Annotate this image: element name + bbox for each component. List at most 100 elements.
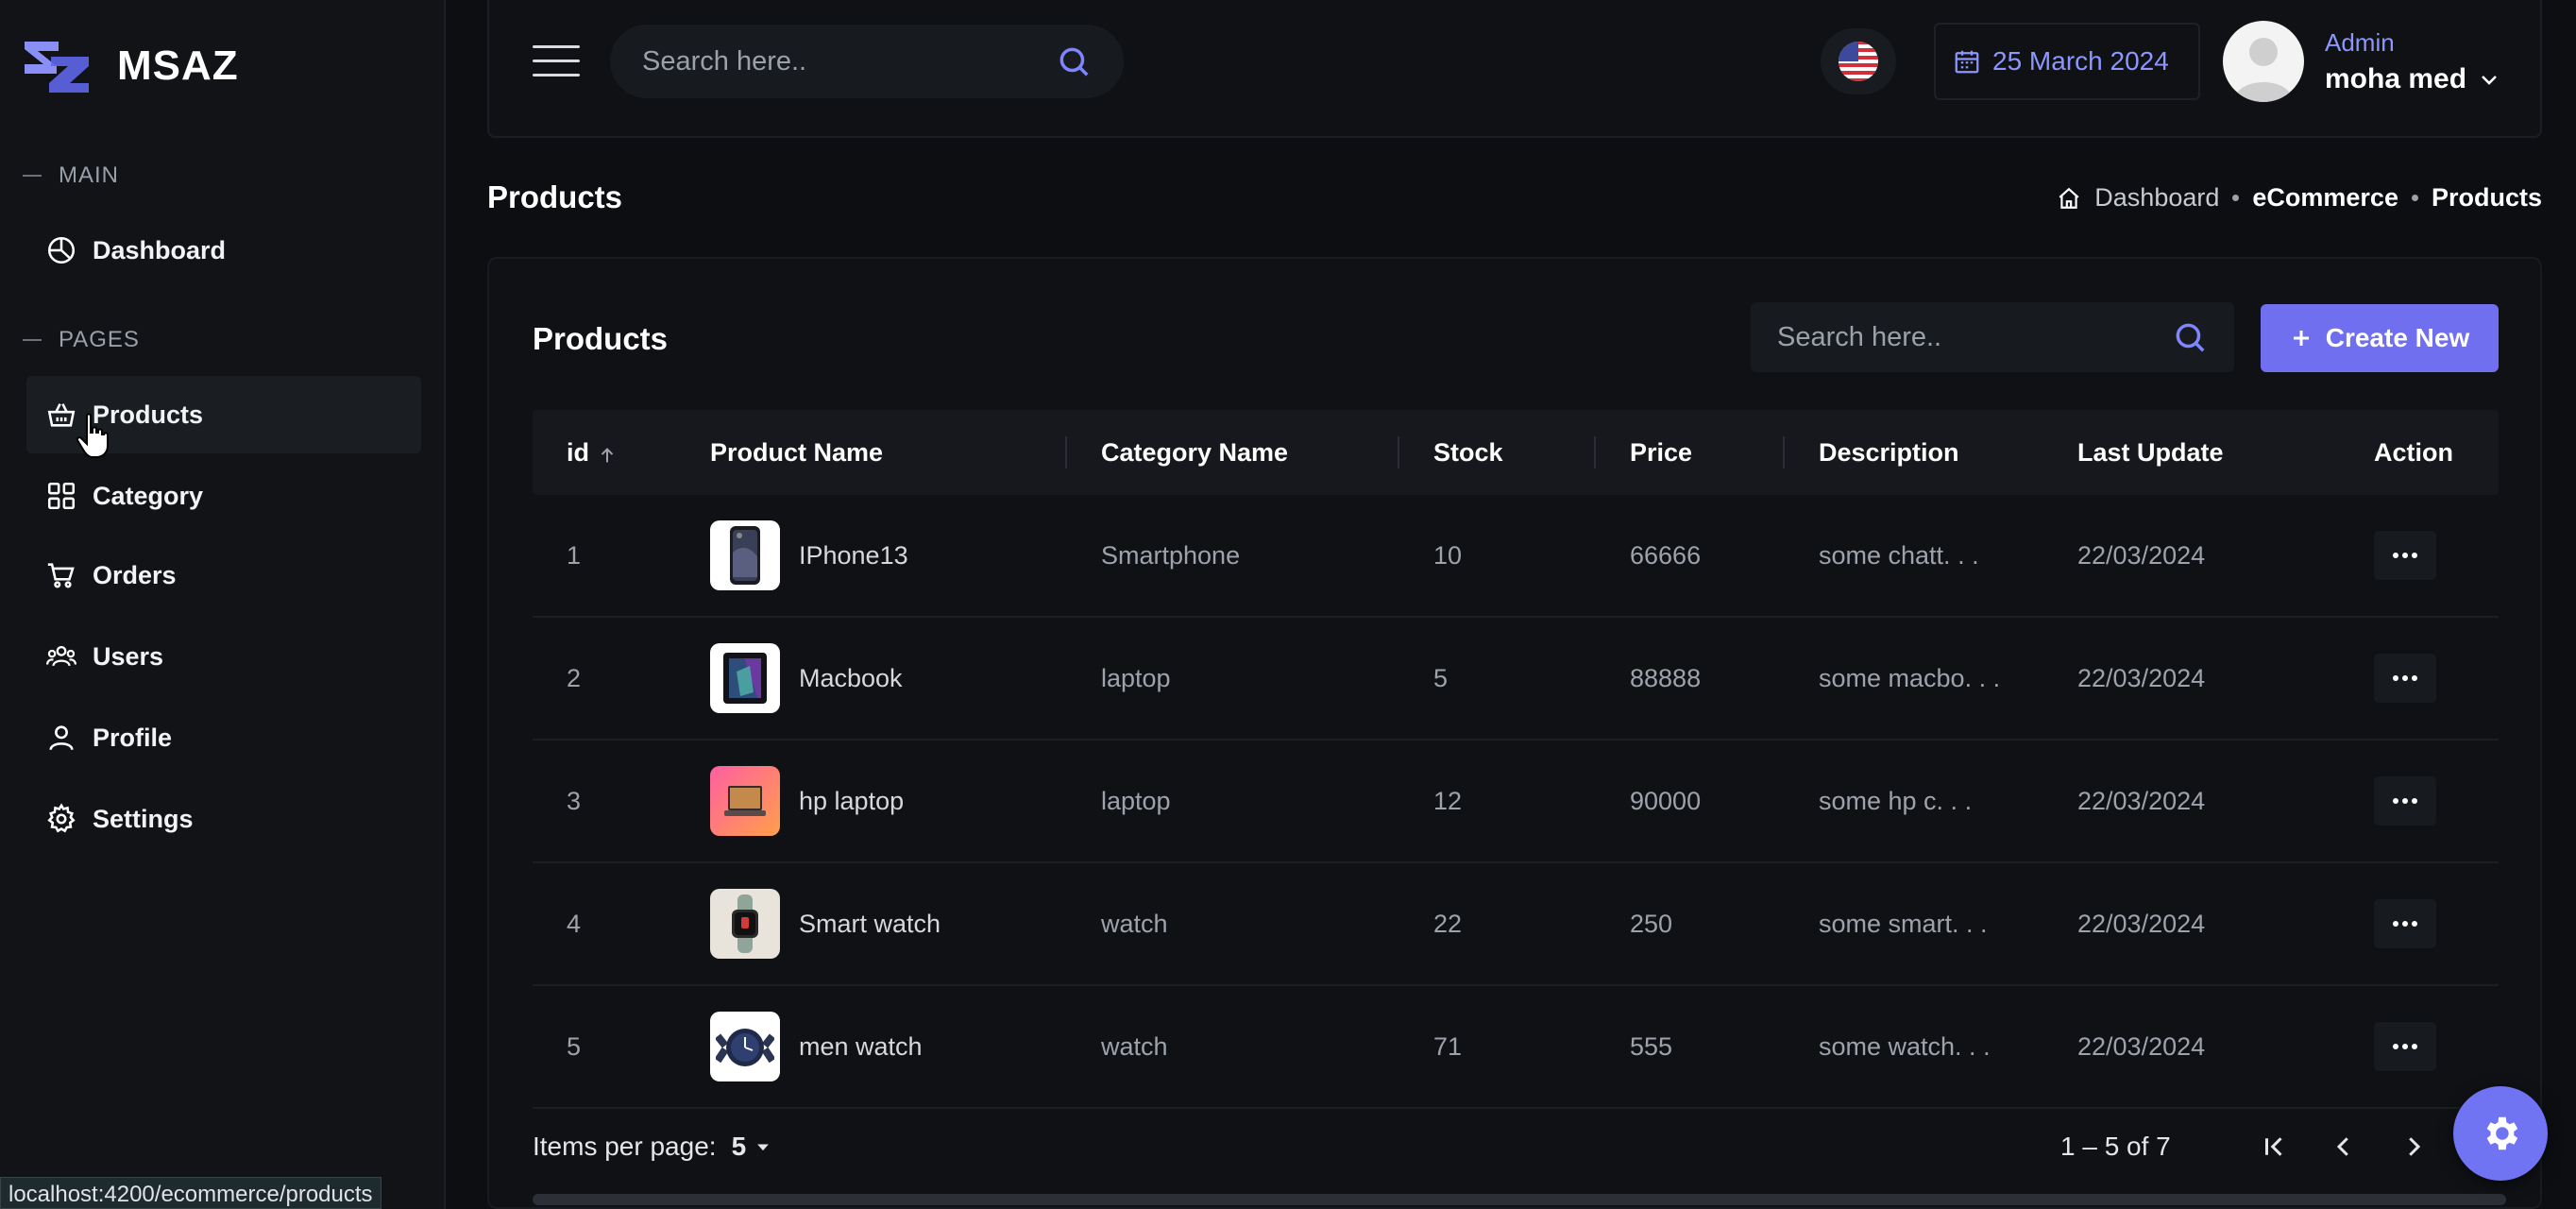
sidebar-item-settings[interactable]: Settings (26, 780, 421, 858)
product-thumbnail (710, 889, 780, 959)
product-name: Macbook (799, 663, 903, 692)
basket-icon (47, 403, 76, 427)
horizontal-scrollbar[interactable] (533, 1194, 2506, 1205)
more-actions-button[interactable] (2374, 531, 2436, 580)
table-search (1751, 302, 2234, 372)
table-row[interactable]: 4 Smart watch watch 22 250 some smart. .… (533, 863, 2499, 986)
sidebar-item-users[interactable]: Users (26, 618, 421, 695)
date-display[interactable]: 25 March 2024 (1934, 23, 2200, 100)
column-header-label: Product Name (710, 437, 884, 467)
cell-price: 66666 (1630, 540, 1702, 570)
next-page-button[interactable] (2393, 1126, 2434, 1167)
cell-description: some watch. . . (1819, 1031, 1991, 1061)
breadcrumb-dashboard[interactable]: Dashboard (2094, 183, 2219, 213)
cell-price: 90000 (1630, 786, 1702, 815)
cell-price: 88888 (1630, 663, 1702, 692)
phone-image-icon (730, 526, 760, 585)
table-row[interactable]: 1 IPhone13 Smartphone 10 66666 some chat… (533, 495, 2499, 618)
cell-category: laptop (1101, 663, 1171, 692)
sidebar-item-profile[interactable]: Profile (26, 699, 421, 776)
column-header-stock: Stock (1399, 410, 1596, 495)
topbar: 25 March 2024 Admin moha med (487, 0, 2542, 138)
cell-id: 2 (567, 663, 582, 692)
first-page-icon (2265, 1137, 2282, 1156)
cell-stock: 12 (1433, 786, 1463, 815)
status-bar-url: localhost:4200/ecommerce/products (0, 1177, 381, 1209)
page-range: 1 – 5 of 7 (2060, 1132, 2171, 1161)
page-title: Products (487, 179, 623, 214)
table-row[interactable]: 5 men watch watch 71 555 some watch. . .… (533, 986, 2499, 1109)
more-actions-button[interactable] (2374, 654, 2436, 703)
products-table: id Product Name Category Name Stock Pric… (533, 410, 2499, 1109)
breadcrumb-ecommerce[interactable]: eCommerce (2252, 183, 2398, 213)
items-per-page-value: 5 (731, 1132, 747, 1161)
cell-last-update: 22/03/2024 (2077, 786, 2206, 815)
first-page-button[interactable] (2253, 1126, 2295, 1167)
cell-category: watch (1101, 1031, 1168, 1061)
section-label-pages: PAGES (23, 327, 140, 353)
more-actions-button[interactable] (2374, 776, 2436, 826)
sidebar-item-label: Category (93, 481, 204, 510)
cell-last-update: 22/03/2024 (2077, 540, 2206, 570)
sidebar-item-category[interactable]: Category (26, 457, 421, 535)
search-icon[interactable] (2172, 319, 2208, 355)
items-per-page-select[interactable]: 5 (732, 1132, 773, 1162)
user-role: Admin (2325, 27, 2395, 57)
sidebar-item-orders[interactable]: Orders (26, 536, 421, 614)
cell-product-name: men watch (710, 1012, 1067, 1081)
column-header-product-name: Product Name (710, 410, 1067, 495)
product-name: men watch (799, 1031, 923, 1061)
cell-description: some hp c. . . (1819, 786, 1973, 815)
more-actions-button[interactable] (2374, 899, 2436, 948)
header-search-input[interactable] (642, 45, 1056, 77)
chevron-left-icon (2336, 1137, 2348, 1156)
language-selector[interactable] (1821, 28, 1896, 94)
section-label-text: MAIN (59, 162, 119, 188)
more-actions-button[interactable] (2374, 1022, 2436, 1071)
cell-action (2374, 531, 2499, 580)
cell-price: 250 (1630, 909, 1673, 938)
column-header-category-name: Category Name (1067, 410, 1399, 495)
cell-last-update: 22/03/2024 (2077, 1031, 2206, 1061)
product-thumbnail (710, 643, 780, 713)
smartwatch-image-icon (732, 894, 758, 953)
user-menu[interactable]: Admin moha med (2223, 21, 2500, 102)
cell-id: 3 (567, 786, 582, 815)
chevron-right-icon (2409, 1137, 2421, 1156)
table-search-input[interactable] (1777, 321, 2172, 353)
cell-stock: 22 (1433, 909, 1463, 938)
column-header-label: Stock (1433, 437, 1503, 467)
cell-product-name: IPhone13 (710, 520, 1067, 590)
home-icon[interactable] (2057, 186, 2081, 211)
user-name-row: moha med (2325, 63, 2500, 95)
app-root: MSAZ MAIN Dashboard PAGES Products Categ… (0, 0, 2576, 1209)
search-icon[interactable] (1056, 43, 1092, 79)
create-new-button[interactable]: Create New (2261, 304, 2499, 372)
divider (23, 175, 42, 177)
table-row[interactable]: 2 Macbook laptop 5 88888 some macbo. . .… (533, 618, 2499, 741)
breadcrumb-products: Products (2431, 183, 2542, 212)
table-row[interactable]: 3 hp laptop laptop 12 90000 some hp c. .… (533, 741, 2499, 863)
dashboard-icon (47, 236, 76, 264)
column-header-id[interactable]: id (533, 410, 710, 495)
menu-toggle-icon[interactable] (533, 45, 580, 77)
cell-id: 1 (567, 540, 582, 570)
brand[interactable]: MSAZ (21, 36, 239, 96)
column-header-label: Action (2374, 437, 2453, 467)
cell-id: 5 (567, 1031, 582, 1061)
previous-page-button[interactable] (2323, 1126, 2364, 1167)
sidebar-item-label: Profile (93, 723, 173, 752)
paginator: Items per page: 5 1 – 5 of 7 (533, 1118, 2506, 1175)
cell-description: some smart. . . (1819, 909, 1988, 938)
column-header-last-update: Last Update (2077, 410, 2374, 495)
cell-action (2374, 1022, 2499, 1071)
sort-arrow-up-icon (601, 448, 614, 463)
sidebar-item-label: Dashboard (93, 235, 227, 264)
settings-fab-button[interactable] (2453, 1086, 2548, 1181)
cell-product-name: Smart watch (710, 889, 1067, 959)
sidebar-item-dashboard[interactable]: Dashboard (26, 212, 421, 289)
product-thumbnail (710, 1012, 780, 1081)
divider (23, 339, 42, 341)
cell-stock: 5 (1433, 663, 1449, 692)
laptop-image-icon (724, 786, 766, 816)
